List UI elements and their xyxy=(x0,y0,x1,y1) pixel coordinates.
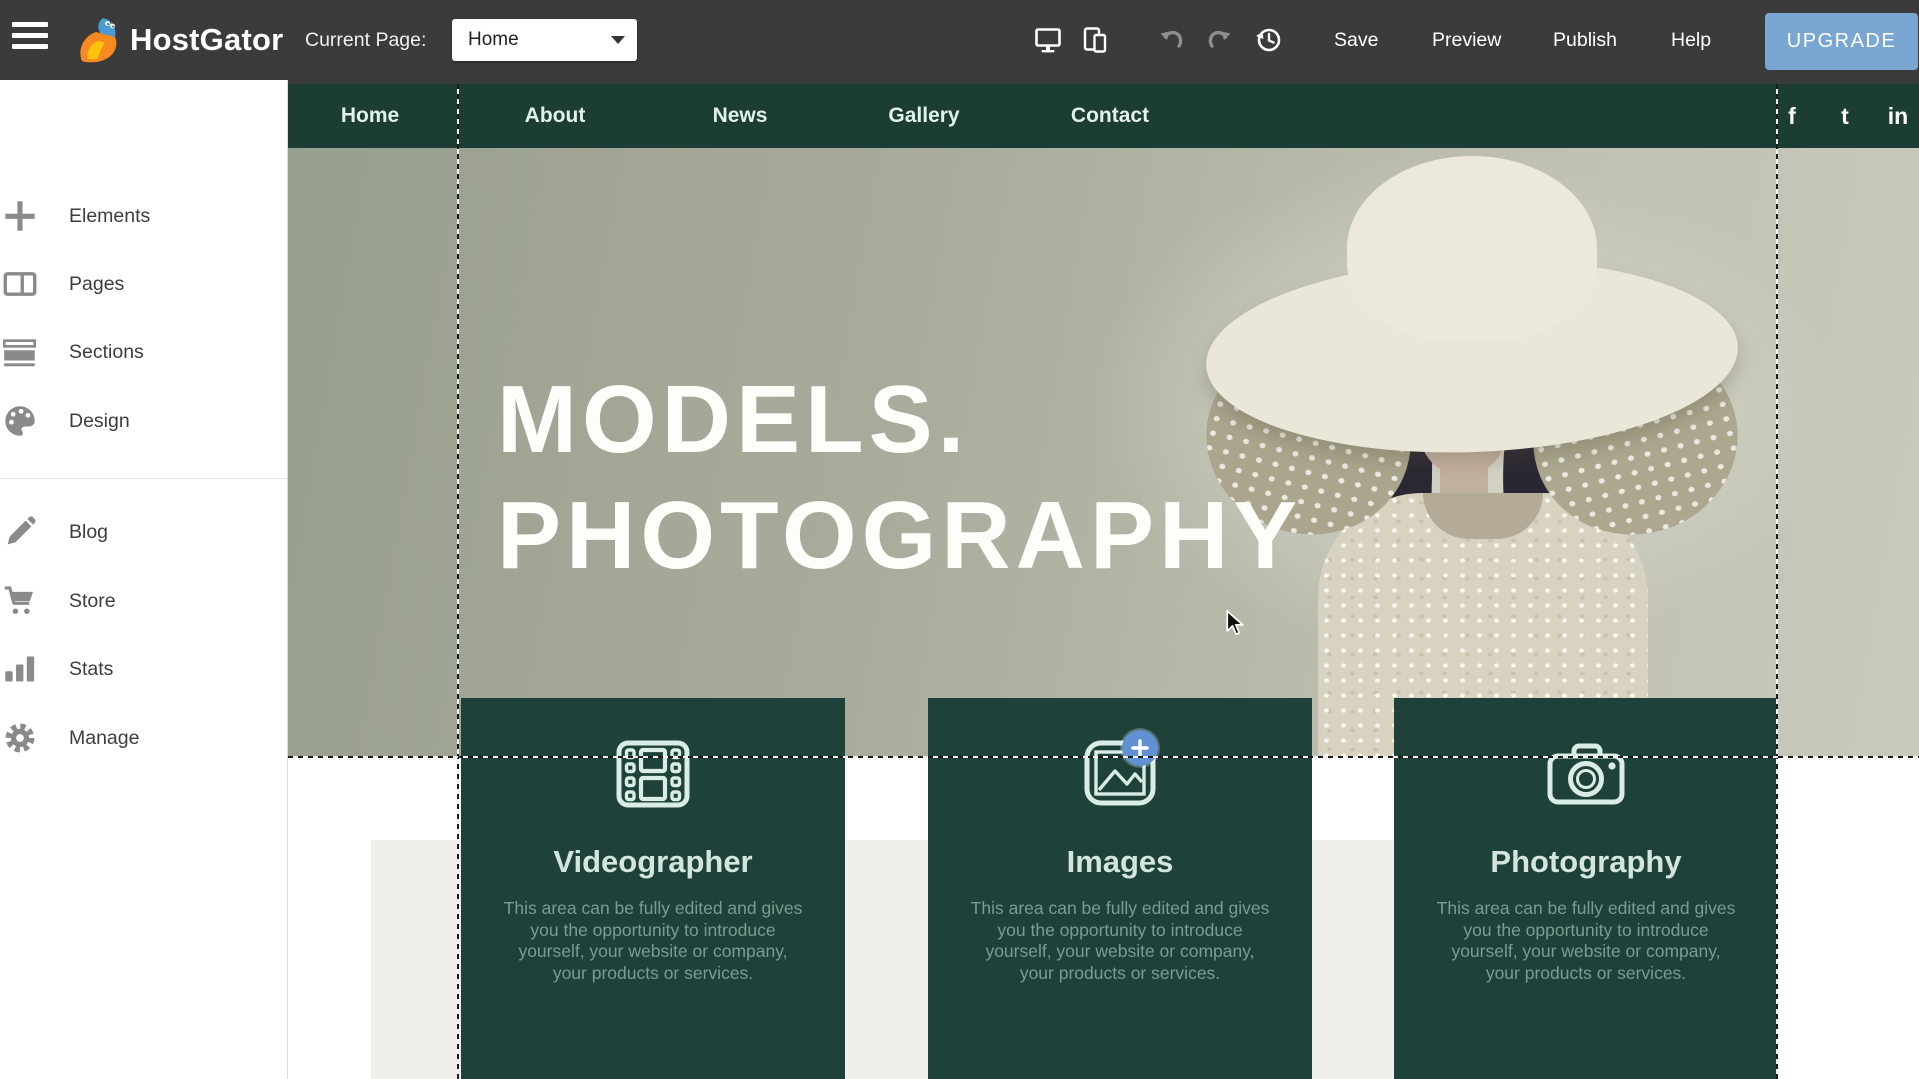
sidebar-item-pages[interactable]: Pages xyxy=(0,250,288,318)
selection-border-left xyxy=(457,84,459,1079)
hero-section[interactable]: MODELS. PHOTOGRAPHY xyxy=(288,148,1919,758)
chevron-down-icon xyxy=(611,36,625,44)
builder-sidebar: Elements Pages Sections Design xyxy=(0,80,288,1079)
card-body-text[interactable]: This area can be fully edited and gives … xyxy=(928,898,1312,984)
preview-button[interactable]: Preview xyxy=(1432,0,1501,80)
card-title[interactable]: Videographer xyxy=(461,844,845,880)
page-dropdown[interactable]: Home xyxy=(452,19,637,61)
redo-button[interactable] xyxy=(1205,26,1233,54)
pages-icon xyxy=(3,267,37,301)
film-icon xyxy=(616,740,690,808)
hostgator-builder: HostGator Current Page: Home xyxy=(0,0,1919,1079)
card-body-text[interactable]: This area can be fully edited and gives … xyxy=(461,898,845,984)
site-nav-gallery[interactable]: Gallery xyxy=(888,84,959,148)
desktop-icon xyxy=(1034,26,1062,54)
sidebar-item-store[interactable]: Store xyxy=(0,567,288,635)
plus-icon xyxy=(1131,739,1149,757)
camera-icon xyxy=(1547,740,1625,806)
logo-text: HostGator xyxy=(130,22,283,58)
mobile-devices-icon xyxy=(1081,26,1109,54)
history-icon xyxy=(1255,26,1283,54)
page-dropdown-value: Home xyxy=(468,29,611,51)
sidebar-label: Blog xyxy=(69,521,108,544)
sidebar-divider xyxy=(0,478,287,479)
bar-chart-icon xyxy=(3,652,37,686)
top-toolbar: HostGator Current Page: Home xyxy=(0,0,1919,80)
hamburger-icon xyxy=(12,22,48,27)
site-canvas[interactable]: Home About News Gallery Contact f t in xyxy=(288,80,1919,1079)
sidebar-label: Elements xyxy=(69,205,150,228)
site-nav-about[interactable]: About xyxy=(525,84,586,148)
sections-icon xyxy=(3,335,37,369)
help-button[interactable]: Help xyxy=(1671,0,1711,80)
hero-title-line1[interactable]: MODELS. xyxy=(497,372,969,468)
menu-button[interactable] xyxy=(12,22,52,58)
sidebar-item-design[interactable]: Design xyxy=(0,387,288,455)
plus-icon xyxy=(3,199,37,233)
gear-icon xyxy=(3,721,37,755)
twitter-icon[interactable]: t xyxy=(1841,84,1849,148)
facebook-icon[interactable]: f xyxy=(1788,84,1796,148)
cart-icon xyxy=(3,584,37,618)
site-nav-contact[interactable]: Contact xyxy=(1071,84,1149,148)
publish-button[interactable]: Publish xyxy=(1553,0,1617,80)
sidebar-label: Design xyxy=(69,410,130,433)
pencil-icon xyxy=(3,515,37,549)
card-body-text[interactable]: This area can be fully edited and gives … xyxy=(1394,898,1778,984)
sun-hat-crown xyxy=(1347,156,1597,341)
selection-border-bottom xyxy=(288,756,1919,758)
current-page-label: Current Page: xyxy=(305,0,426,80)
card-title[interactable]: Images xyxy=(928,844,1312,880)
canvas-top-gap xyxy=(288,80,1919,84)
site-nav-bar: Home About News Gallery Contact f t in xyxy=(288,84,1919,148)
sidebar-label: Manage xyxy=(69,727,139,750)
sidebar-label: Pages xyxy=(69,273,124,296)
image-icon xyxy=(1084,740,1156,806)
save-button[interactable]: Save xyxy=(1334,0,1378,80)
undo-icon xyxy=(1158,26,1186,54)
sidebar-item-manage[interactable]: Manage xyxy=(0,704,288,772)
sidebar-item-sections[interactable]: Sections xyxy=(0,318,288,386)
site-nav-home[interactable]: Home xyxy=(341,84,399,148)
undo-button[interactable] xyxy=(1158,26,1186,54)
sidebar-item-stats[interactable]: Stats xyxy=(0,635,288,703)
add-image-button[interactable] xyxy=(1122,730,1158,766)
mouse-cursor xyxy=(1225,610,1251,638)
mobile-view-button[interactable] xyxy=(1081,26,1109,54)
desktop-view-button[interactable] xyxy=(1034,26,1062,54)
upgrade-button[interactable]: UPGRADE xyxy=(1765,13,1918,70)
sidebar-item-blog[interactable]: Blog xyxy=(0,498,288,566)
history-button[interactable] xyxy=(1255,26,1283,54)
sidebar-label: Sections xyxy=(69,341,144,364)
redo-icon xyxy=(1205,26,1233,54)
selection-border-right xyxy=(1776,84,1778,1079)
site-nav-news[interactable]: News xyxy=(713,84,768,148)
sidebar-item-elements[interactable]: Elements xyxy=(0,182,288,250)
card-title[interactable]: Photography xyxy=(1394,844,1778,880)
linkedin-icon[interactable]: in xyxy=(1888,84,1908,148)
hostgator-logo: HostGator xyxy=(74,14,283,66)
palette-icon xyxy=(3,404,37,438)
hero-title-line2[interactable]: PHOTOGRAPHY xyxy=(497,488,1302,584)
gator-mascot-icon xyxy=(74,15,124,65)
sidebar-label: Store xyxy=(69,590,116,613)
sidebar-label: Stats xyxy=(69,658,113,681)
